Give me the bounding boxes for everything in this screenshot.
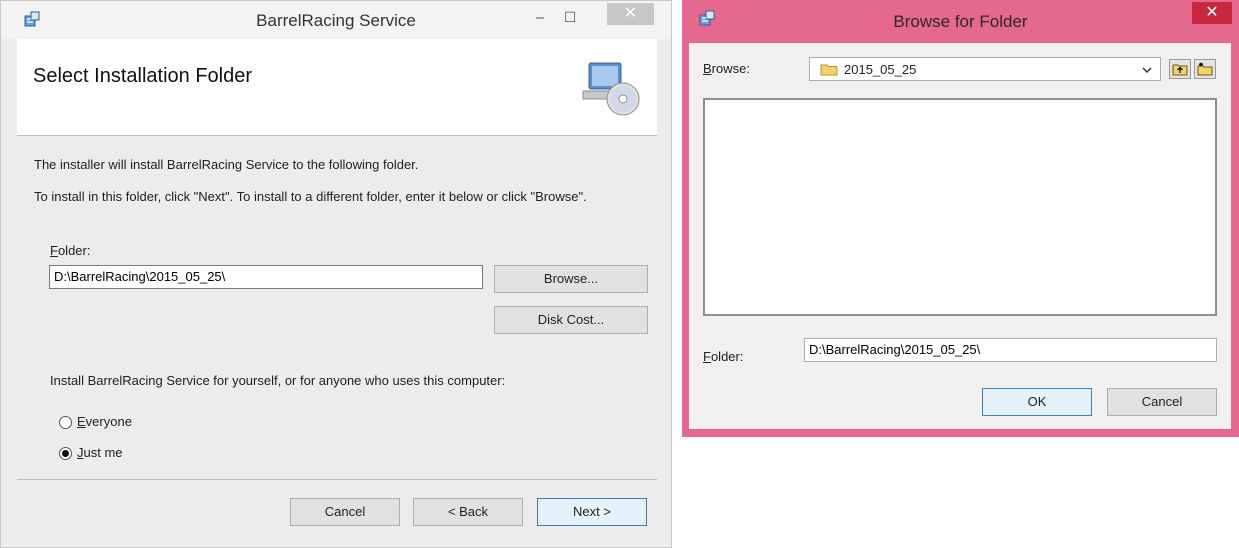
current-folder-name: 2015_05_25 xyxy=(844,62,917,77)
footer-divider xyxy=(17,479,657,480)
intro-text-2: To install in this folder, click "Next".… xyxy=(34,189,587,204)
chevron-down-icon[interactable] xyxy=(1142,66,1152,74)
back-button[interactable]: < Back xyxy=(413,498,523,526)
browse-label-accelerator: B xyxy=(703,61,712,76)
installer-header-panel: Select Installation Folder xyxy=(17,39,657,136)
radio-everyone-text: veryone xyxy=(85,414,132,429)
folder-list-view[interactable] xyxy=(703,98,1217,316)
folder-label: Folder: xyxy=(50,243,90,258)
up-folder-icon xyxy=(1172,64,1188,76)
browse-cancel-button[interactable]: Cancel xyxy=(1107,388,1217,416)
radio-selected-dot xyxy=(62,450,69,457)
disk-cost-button[interactable]: Disk Cost... xyxy=(494,306,648,334)
browse-for-folder-window: Browse for Folder ✕ Browse: 2015_05_25 F… xyxy=(682,0,1239,437)
installer-close-button[interactable]: ✕ xyxy=(607,3,654,25)
folder-label-text: older: xyxy=(57,243,91,258)
browse-folder-label-text: older: xyxy=(710,349,744,364)
browse-label-text: rowse: xyxy=(711,61,750,76)
browse-folder-label: Folder: xyxy=(703,349,743,364)
maximize-button[interactable]: ☐ xyxy=(555,6,585,28)
browse-button[interactable]: Browse... xyxy=(494,265,648,293)
radio-just-me-circle[interactable] xyxy=(59,447,72,460)
browse-folder-input[interactable]: D:\BarrelRacing\2015_05_25\ xyxy=(804,338,1217,362)
up-one-level-button[interactable] xyxy=(1169,59,1191,79)
browse-window-title: Browse for Folder xyxy=(893,12,1028,31)
installer-window: BarrelRacing Service – ☐ ✕ Select Instal… xyxy=(0,0,672,548)
browse-folder-label-accelerator: F xyxy=(703,349,711,364)
radio-everyone-circle[interactable] xyxy=(59,416,72,429)
minimize-button[interactable]: – xyxy=(525,7,555,29)
computer-cd-icon xyxy=(582,62,640,116)
new-folder-button[interactable] xyxy=(1194,59,1216,79)
page-title: Select Installation Folder xyxy=(33,65,253,87)
radio-just-me-text: ust me xyxy=(83,445,123,460)
new-folder-icon xyxy=(1197,62,1213,76)
look-in-dropdown[interactable]: 2015_05_25 xyxy=(809,57,1161,81)
folder-icon xyxy=(820,64,838,76)
browse-close-button[interactable]: ✕ xyxy=(1192,2,1232,24)
install-scope-question: Install BarrelRacing Service for yoursel… xyxy=(50,373,506,388)
next-button[interactable]: Next > xyxy=(537,498,647,526)
radio-everyone-label: Everyone xyxy=(77,414,132,429)
installer-title-bar[interactable]: BarrelRacing Service – ☐ ✕ xyxy=(1,1,671,39)
radio-everyone-accelerator: E xyxy=(77,414,86,429)
folder-path-input[interactable]: D:\BarrelRacing\2015_05_25\ xyxy=(49,265,483,289)
intro-text-1: The installer will install BarrelRacing … xyxy=(34,157,419,172)
folder-label-accelerator: F xyxy=(50,243,58,258)
ok-button[interactable]: OK xyxy=(982,388,1092,416)
cancel-button[interactable]: Cancel xyxy=(290,498,400,526)
browse-client-area: Browse: 2015_05_25 Folder: D:\BarrelRaci… xyxy=(689,43,1231,429)
browse-label: Browse: xyxy=(703,61,750,76)
radio-just-me-label: Just me xyxy=(77,445,123,460)
